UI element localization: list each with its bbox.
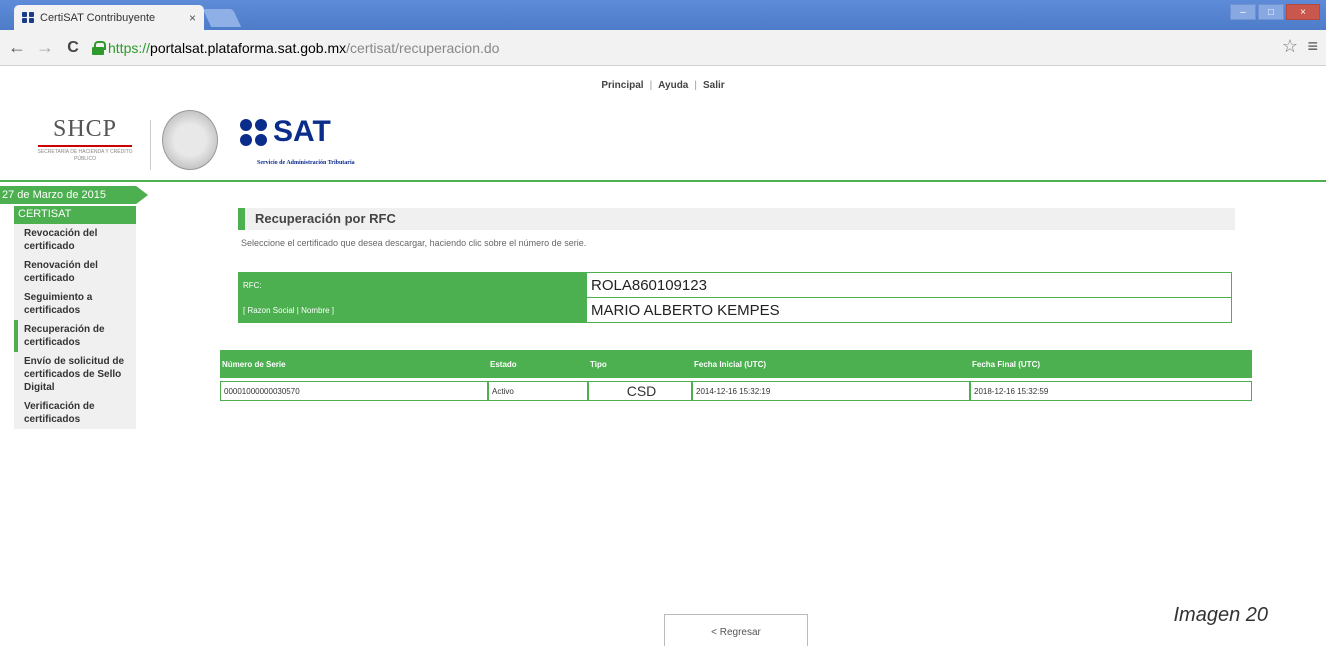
nav-salir-link[interactable]: Salir (703, 80, 725, 91)
browser-tab[interactable]: CertiSAT Contribuyente × (14, 5, 204, 30)
sat-favicon-icon (22, 11, 34, 24)
top-nav: Principal | Ayuda | Salir (0, 80, 1326, 91)
column-header-fecha-final: Fecha Final (UTC) (970, 350, 1252, 378)
estado-cell: Activo (488, 381, 588, 401)
sidebar-item-revocacion[interactable]: Revocación del certificado (14, 224, 136, 256)
url-scheme: https:// (108, 39, 151, 56)
reload-icon[interactable]: C (62, 37, 84, 59)
table-row: 00001000000030570 Activo CSD 2014-12-16 … (220, 381, 1252, 401)
back-arrow-icon[interactable]: ← (6, 37, 28, 59)
bookmark-star-icon[interactable]: ☆ (1282, 36, 1298, 57)
taxpayer-info-table: RFC: ROLA860109123 [ Razon Social | Nomb… (238, 272, 1232, 323)
maximize-button[interactable]: □ (1258, 4, 1284, 20)
name-value: MARIO ALBERTO KEMPES (586, 297, 1232, 323)
site-header: SHCP SECRETARÍA DE HACIENDA Y CRÉDITO PÚ… (0, 104, 1326, 182)
column-header-fecha-inicial: Fecha Inicial (UTC) (692, 350, 970, 378)
tab-close-icon[interactable]: × (189, 11, 196, 25)
column-header-serial: Número de Serie (220, 350, 488, 378)
name-row: [ Razon Social | Nombre ] MARIO ALBERTO … (238, 297, 1232, 323)
tab-title: CertiSAT Contribuyente (40, 11, 156, 24)
column-header-tipo: Tipo (588, 350, 692, 378)
date-banner: 27 de Marzo de 2015 (0, 186, 148, 204)
back-button[interactable]: < Regresar (664, 614, 808, 646)
shcp-logo-text: SHCP (52, 116, 118, 142)
tipo-cell: CSD (588, 381, 692, 401)
header-divider (0, 180, 1326, 182)
sidebar-heading: CERTISAT (14, 206, 136, 224)
serial-number-cell: 00001000000030570 (220, 381, 488, 401)
sat-logo: SAT (240, 115, 331, 148)
national-seal-icon (162, 110, 218, 170)
instructions-text: Seleccione el certificado que desea desc… (241, 238, 587, 248)
lock-icon (92, 40, 106, 55)
sat-dots-icon (240, 118, 267, 146)
sidebar-item-seguimiento[interactable]: Seguimiento a certificados (14, 288, 136, 320)
sat-logo-text: SAT (273, 115, 331, 148)
fecha-final-cell: 2018-12-16 15:32:59 (970, 381, 1252, 401)
sidebar-item-renovacion[interactable]: Renovación del certificado (14, 256, 136, 288)
close-window-button[interactable]: × (1286, 4, 1320, 20)
sidebar-item-envio-sello-digital[interactable]: Envío de solicitud de certificados de Se… (14, 352, 136, 397)
minimize-button[interactable]: – (1230, 4, 1256, 20)
url-path: /certisat/recuperacion.do (346, 39, 500, 56)
sidebar-item-recuperacion[interactable]: Recuperación de certificados (14, 320, 136, 352)
sidebar-item-verificacion[interactable]: Verificación de certificados (14, 397, 136, 429)
shcp-logo-subtitle: SECRETARÍA DE HACIENDA Y CRÉDITO PÚBLICO (37, 149, 133, 162)
nav-ayuda-link[interactable]: Ayuda (658, 80, 688, 91)
forward-arrow-icon[interactable]: → (34, 37, 56, 59)
fecha-inicial-cell: 2014-12-16 15:32:19 (692, 381, 970, 401)
page-title: Recuperación por RFC (238, 208, 1235, 230)
shcp-logo: SHCP SECRETARÍA DE HACIENDA Y CRÉDITO PÚ… (30, 116, 140, 163)
rfc-value: ROLA860109123 (586, 272, 1232, 298)
sidebar: CERTISAT Revocación del certificado Reno… (14, 206, 136, 429)
browser-menu-icon[interactable]: ≡ (1307, 36, 1318, 57)
nav-principal-link[interactable]: Principal (601, 80, 643, 91)
certificates-table: Número de Serie Estado Tipo Fecha Inicia… (220, 347, 1252, 404)
image-caption: Imagen 20 (1173, 604, 1268, 626)
sat-logo-subtitle: Servicio de Administración Tributaria (257, 160, 355, 166)
column-header-estado: Estado (488, 350, 588, 378)
url-host: portalsat.plataforma.sat.gob.mx (150, 39, 347, 56)
browser-titlebar: CertiSAT Contribuyente × – □ × (0, 0, 1326, 30)
table-header-row: Número de Serie Estado Tipo Fecha Inicia… (220, 350, 1252, 378)
browser-toolbar: ← → C https://portalsat.plataforma.sat.g… (0, 30, 1326, 66)
nav-separator: | (694, 80, 697, 91)
name-label: [ Razon Social | Nombre ] (238, 297, 587, 323)
logo-divider (150, 120, 151, 170)
serial-number-link[interactable]: 00001000000030570 (224, 387, 300, 396)
window-controls: – □ × (1230, 4, 1320, 20)
rfc-label: RFC: (238, 272, 587, 298)
new-tab-button[interactable] (202, 9, 242, 27)
rfc-row: RFC: ROLA860109123 (238, 272, 1232, 298)
address-bar[interactable]: https://portalsat.plataforma.sat.gob.mx /… (92, 36, 499, 60)
nav-separator: | (649, 80, 653, 91)
